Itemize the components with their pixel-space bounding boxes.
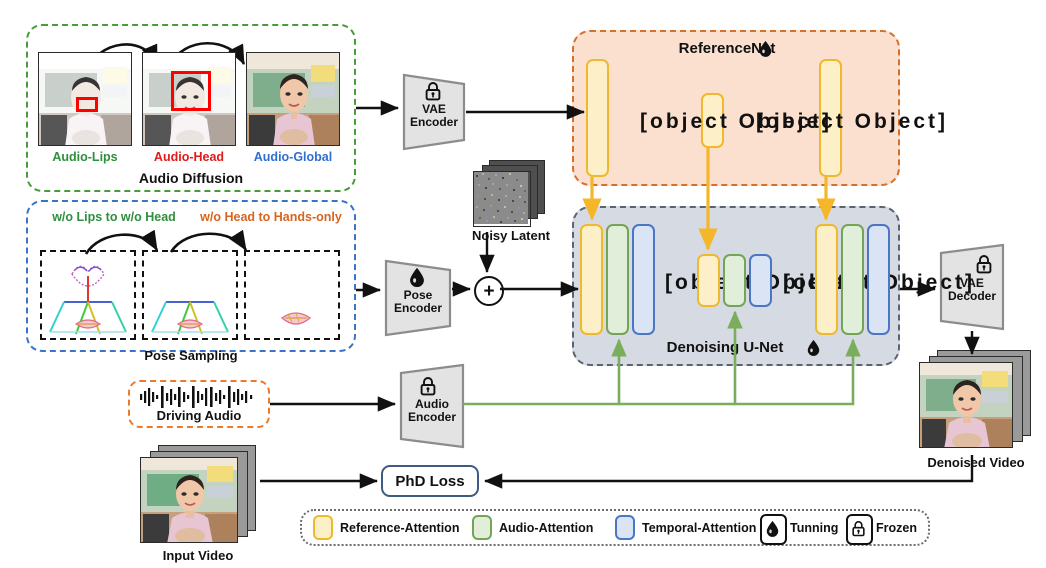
add-node: +: [474, 276, 504, 306]
audio-encoder[interactable]: Audio Encoder: [399, 363, 465, 449]
pose-caption-1: w/o Lips to w/o Head: [52, 210, 176, 224]
frozen-icon: [425, 82, 441, 101]
pose-panel-3: [244, 250, 340, 340]
audio-global-frame: [246, 52, 340, 146]
referencenet-title: ReferenceNet: [678, 40, 776, 57]
audio-head-label: Audio-Head: [153, 150, 225, 164]
denoised-video-label: Denoised Video: [927, 455, 1025, 470]
legend-label-audio-attention: Audio-Attention: [499, 521, 594, 535]
frozen-icon: [420, 377, 436, 396]
pose-encoder[interactable]: Pose Encoder: [384, 259, 452, 337]
unet-temporal-attention-3[interactable]: [867, 224, 890, 335]
tunning-icon: [410, 267, 424, 287]
add-node-label: +: [483, 280, 495, 302]
phd-loss-label: PhD Loss: [395, 472, 465, 490]
audio-head-frame: [142, 52, 236, 146]
referencenet-attention-block-1[interactable]: [586, 59, 609, 177]
vae-encoder[interactable]: VAE Encoder: [402, 73, 466, 151]
frozen-icon: [976, 255, 992, 274]
denoised-video-stack: [917, 350, 1035, 454]
unet-reference-attention-2[interactable]: [697, 254, 720, 307]
legend-swatch-frozen: [846, 514, 873, 545]
input-video-label: Input Video: [162, 548, 234, 563]
audio-encoder-line2: Encoder: [407, 410, 456, 425]
input-video-stack: [140, 445, 258, 545]
unet-temporal-attention-1[interactable]: [632, 224, 655, 335]
audio-global-label: Audio-Global: [253, 150, 333, 164]
referencenet-ellipsis-2: [object Object]: [756, 110, 949, 133]
audio-encoder-line1: Audio: [415, 397, 449, 411]
tunning-icon: [759, 40, 772, 57]
unet-title: Denoising U-Net: [666, 339, 784, 356]
unet-reference-attention-3[interactable]: [815, 224, 838, 335]
audio-global-image: [247, 53, 339, 145]
unet-audio-attention-2[interactable]: [723, 254, 746, 307]
audio-lips-frame: [38, 52, 132, 146]
pose-encoder-line1: Pose: [403, 288, 433, 302]
head-region-box: [171, 71, 211, 111]
phd-loss-box[interactable]: PhD Loss: [381, 465, 479, 497]
noisy-latent-label: Noisy Latent: [471, 228, 550, 243]
audio-lips-label: Audio-Lips: [52, 150, 118, 164]
legend-label-reference-attention: Reference-Attention: [340, 521, 460, 535]
pose-encoder-line2: Encoder: [393, 301, 442, 316]
legend-swatch-audio-attention: [472, 515, 492, 540]
legend-swatch-tunning: [760, 514, 787, 545]
frozen-icon: [852, 521, 865, 537]
waveform-icon: [140, 386, 253, 408]
noisy-latent-stack: [471, 160, 549, 228]
vae-encoder-line2: Encoder: [409, 115, 458, 130]
tunning-icon: [807, 339, 820, 356]
legend-label-frozen: Frozen: [876, 521, 917, 535]
pose-caption-2: w/o Head to Hands-only: [200, 210, 342, 224]
unet-temporal-attention-2[interactable]: [749, 254, 772, 307]
legend-swatch-temporal-attention: [615, 515, 635, 540]
unet-reference-attention-1[interactable]: [580, 224, 603, 335]
legend-swatch-reference-attention: [313, 515, 333, 540]
lips-region-box: [76, 97, 98, 112]
audio-diffusion-group-label: Audio Diffusion: [138, 170, 244, 186]
pose-panel-1: [40, 250, 136, 340]
pose-panel-2: [142, 250, 238, 340]
vae-encoder-line1: VAE: [422, 102, 446, 116]
driving-audio-label: Driving Audio: [156, 408, 242, 423]
tunning-icon: [766, 520, 779, 537]
legend-label-tunning: Tunning: [790, 521, 839, 535]
legend-label-temporal-attention: Temporal-Attention: [642, 521, 757, 535]
pose-sampling-group-label: Pose Sampling: [144, 348, 238, 363]
unet-audio-attention-1[interactable]: [606, 224, 629, 335]
unet-audio-attention-3[interactable]: [841, 224, 864, 335]
